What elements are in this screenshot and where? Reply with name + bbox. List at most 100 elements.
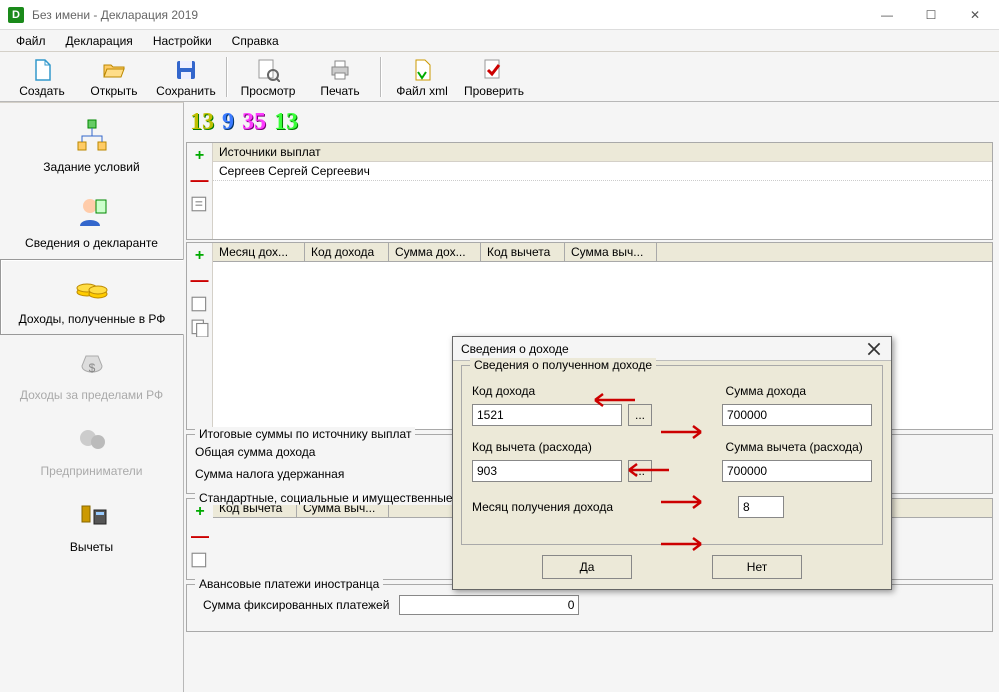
col-code[interactable]: Код дохода [305,243,389,261]
tool-preview[interactable]: Просмотр [232,54,304,100]
tool-save[interactable]: Сохранить [150,54,222,100]
add-deduction-button[interactable]: + [191,503,209,521]
col-dcode[interactable]: Код вычета [481,243,565,261]
toolbar-separator [226,57,228,97]
edit-income-button[interactable] [191,295,209,313]
nav-income-abroad: $ Доходы за пределами РФ [0,335,183,411]
advance-label: Сумма фиксированных платежей [203,598,389,612]
tool-open-label: Открыть [90,84,137,98]
tool-create-label: Создать [19,84,65,98]
copy-income-button[interactable] [191,319,209,337]
menu-declaration[interactable]: Декларация [56,32,143,50]
maximize-button[interactable]: ☐ [909,1,953,29]
printer-icon [328,58,352,82]
dialog-yes-button[interactable]: Да [542,555,632,579]
nav-deductions-label: Вычеты [70,540,113,554]
income-sum-input[interactable] [722,404,872,426]
source-row[interactable]: Сергеев Сергей Сергеевич [213,162,992,181]
income-columns: Месяц дох... Код дохода Сумма дох... Код… [213,243,992,262]
toolbar: Создать Открыть Сохранить Просмотр Печат… [0,52,999,102]
col-dsum[interactable]: Сумма выч... [565,243,657,261]
tool-filexml[interactable]: Файл xml [386,54,458,100]
nav-income-rf[interactable]: Доходы, полученные в РФ [0,259,184,335]
sources-panel: + — Источники выплат Сергеев Сергей Серг… [186,142,993,240]
edit-source-button[interactable] [191,195,209,213]
add-source-button[interactable]: + [191,147,209,165]
nav-declarant-label: Сведения о декларанте [25,236,158,250]
menu-help[interactable]: Справка [222,32,289,50]
annotation-arrow [659,423,711,441]
tool-check[interactable]: Проверить [458,54,530,100]
remove-income-button[interactable]: — [191,271,209,289]
advance-fieldset: Авансовые платежи иностранца Сумма фикси… [186,584,993,632]
rate-tabs: 13 9 35 13 [186,104,997,140]
nav-entrepreneur-label: Предприниматели [41,464,143,478]
menu-bar: Файл Декларация Настройки Справка [0,30,999,52]
deduction-sum-input[interactable] [722,460,872,482]
nav-income-rf-label: Доходы, полученные в РФ [19,312,166,326]
declarant-icon [72,192,112,232]
tool-filexml-label: Файл xml [396,84,448,98]
edit-deduction-button[interactable] [191,551,209,569]
tool-open[interactable]: Открыть [78,54,150,100]
annotation-arrow [619,461,671,479]
conditions-icon [72,116,112,156]
nav-entrepreneur: Предприниматели [0,411,183,487]
deduction-code-label: Код вычета (расхода) [472,440,632,454]
nav-deductions[interactable]: Вычеты [0,487,183,563]
tab-13-b[interactable]: 13 [274,109,298,136]
add-income-button[interactable]: + [191,247,209,265]
nav-declarant[interactable]: Сведения о декларанте [0,183,183,259]
close-button[interactable]: ✕ [953,1,997,29]
tool-print-label: Печать [320,84,359,98]
nav-income-abroad-label: Доходы за пределами РФ [20,388,163,402]
dialog-close-button[interactable] [865,340,883,358]
tool-preview-label: Просмотр [241,84,296,98]
window-title: Без имени - Декларация 2019 [32,8,865,22]
income-sum-label: Сумма дохода [726,384,872,398]
advance-legend: Авансовые платежи иностранца [195,577,383,591]
annotation-arrow [585,391,637,409]
app-icon: D [8,7,24,23]
nav-conditions[interactable]: Задание условий [0,107,183,183]
deduction-code-input[interactable] [472,460,622,482]
tab-13-a[interactable]: 13 [190,109,214,136]
tab-35[interactable]: 35 [242,109,266,136]
dialog-title: Сведения о доходе [461,342,865,356]
month-input[interactable] [738,496,784,518]
month-label: Месяц получения дохода [472,500,672,514]
col-month[interactable]: Месяц дох... [213,243,305,261]
dialog-no-button[interactable]: Нет [712,555,802,579]
nav-conditions-label: Задание условий [43,160,139,174]
tool-save-label: Сохранить [156,84,216,98]
magnifier-icon [256,58,280,82]
deduction-sum-label: Сумма вычета (расхода) [726,440,872,454]
annotation-arrow [659,535,711,553]
col-sum[interactable]: Сумма дох... [389,243,481,261]
sidebar: Задание условий Сведения о декларанте До… [0,102,184,692]
tool-check-label: Проверить [464,84,524,98]
tool-create[interactable]: Создать [6,54,78,100]
dialog-group-legend: Сведения о полученном доходе [470,358,656,372]
moneybag-icon: $ [72,344,112,384]
tab-9[interactable]: 9 [222,109,234,136]
entrepreneur-icon [72,420,112,460]
totals-legend: Итоговые суммы по источнику выплат [195,427,415,441]
coins-icon [72,268,112,308]
toolbar-separator [380,57,382,97]
sources-header: Источники выплат [213,143,992,162]
annotation-arrow [659,493,711,511]
new-file-icon [30,58,54,82]
deductions-icon [72,496,112,536]
income-dialog: Сведения о доходе Сведения о полученном … [452,336,892,590]
advance-value-input[interactable] [399,595,579,615]
svg-text:$: $ [88,361,95,375]
remove-deduction-button[interactable]: — [191,527,209,545]
menu-settings[interactable]: Настройки [143,32,222,50]
minimize-button[interactable]: — [865,1,909,29]
menu-file[interactable]: Файл [6,32,56,50]
tax-withheld-label: Сумма налога удержанная [195,467,344,481]
remove-source-button[interactable]: — [191,171,209,189]
xml-file-icon [410,58,434,82]
tool-print[interactable]: Печать [304,54,376,100]
